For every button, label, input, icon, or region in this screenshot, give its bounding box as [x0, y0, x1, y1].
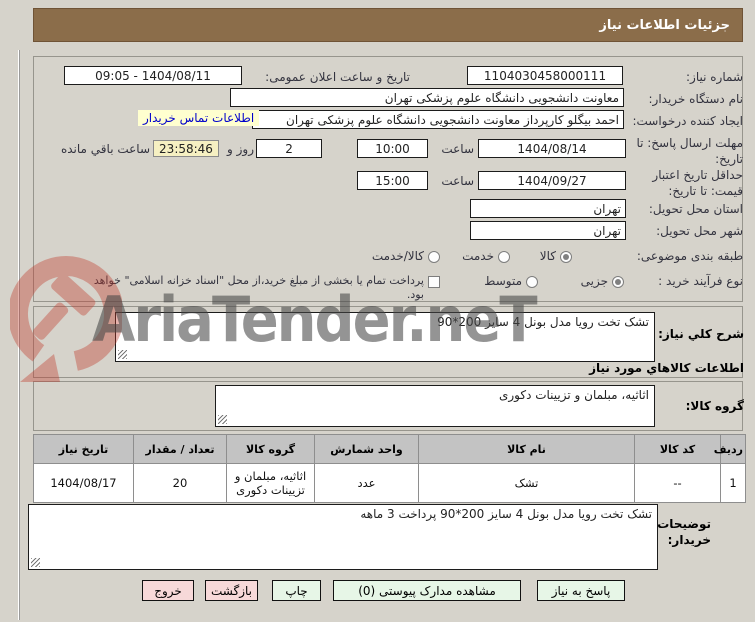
need-number-value: 1104030458000111 — [483, 68, 607, 83]
need-number-field[interactable]: 1104030458000111 — [467, 66, 623, 85]
col-need-date: تاریخ نیاز — [33, 434, 134, 464]
need-desc-textarea[interactable]: تشک تخت رویا مدل بونل 4 سایز 200*90 — [115, 312, 655, 362]
goods-table-header-row: ردیف کد کالا نام کالا واحد شمارش گروه کا… — [33, 434, 746, 464]
process-label: نوع فرآیند خرید : — [658, 274, 743, 288]
need-details-page: جزئیات اطلاعات نیاز شماره نیاز: 11040304… — [0, 0, 755, 622]
deadline-hour-label: ساعت — [441, 142, 474, 156]
buyer-notes-textarea[interactable]: تشک تخت رویا مدل بونل 4 سایز 200*90 پردا… — [28, 504, 658, 570]
province-value: تهران — [593, 201, 621, 216]
remaining-hours-label: ساعت باقي مانده — [60, 142, 150, 156]
buyer-notes-value: تشک تخت رویا مدل بونل 4 سایز 200*90 پردا… — [360, 507, 652, 521]
subject-class-label: طبقه بندی موضوعی: — [636, 249, 743, 263]
print-button[interactable]: چاپ — [272, 580, 321, 601]
buyer-contact-link[interactable]: اطلاعات تماس خریدار — [138, 110, 260, 126]
validity-time-value: 15:00 — [375, 173, 410, 188]
radio-goods-label: کالا — [539, 249, 556, 263]
back-button[interactable]: بازگشت — [205, 580, 258, 601]
goods-group-label: گروه کالا: — [685, 399, 744, 413]
city-field[interactable]: تهران — [470, 221, 626, 240]
announce-label: تاریخ و ساعت اعلان عمومی: — [265, 70, 410, 84]
deadline-date-field[interactable]: 1404/08/14 — [478, 139, 626, 158]
radio-goods-service-label: کالا/خدمت — [371, 249, 424, 263]
province-label: استان محل تحویل: — [648, 202, 743, 216]
validity-time-field[interactable]: 15:00 — [357, 171, 428, 190]
remaining-time-field: 23:58:46 — [153, 140, 219, 157]
buyer-org-label: نام دستگاه خریدار: — [648, 92, 744, 106]
goods-section-heading: اطلاعات كالاهاي مورد نياز — [589, 361, 744, 375]
validity-date-value: 1404/09/27 — [517, 173, 587, 188]
need-number-label: شماره نیاز: — [686, 70, 743, 84]
announce-value: 1404/08/11 - 09:05 — [95, 68, 211, 83]
treasury-docs-checkbox[interactable] — [428, 276, 440, 288]
remaining-days-value: 2 — [285, 141, 293, 156]
table-row: 1 -- تشک عدد اثاثیه، مبلمان و تزیینات دک… — [33, 463, 746, 503]
col-quantity: تعداد / مقدار — [133, 434, 227, 464]
reply-button[interactable]: پاسخ به نیاز — [537, 580, 625, 601]
page-title: جزئیات اطلاعات نیاز — [599, 17, 730, 33]
goods-table: ردیف کد کالا نام کالا واحد شمارش گروه کا… — [33, 434, 746, 503]
buyer-org-field[interactable]: معاونت دانشجویی دانشگاه علوم پزشکی تهران — [230, 88, 624, 107]
announce-field[interactable]: 1404/08/11 - 09:05 — [64, 66, 242, 85]
col-item-name: نام کالا — [418, 434, 635, 464]
exit-button[interactable]: خروج — [142, 580, 194, 601]
cell-row-number: 1 — [720, 463, 746, 503]
resize-handle-icon[interactable] — [31, 558, 40, 567]
validity-date-field[interactable]: 1404/09/27 — [478, 171, 626, 190]
deadline-time-value: 10:00 — [375, 141, 410, 156]
goods-group-textarea[interactable]: اثاثیه، مبلمان و تزیینات دکوری — [215, 385, 655, 427]
radio-minor-label: جزیی — [580, 274, 608, 288]
creator-field[interactable]: احمد بیگلو کارپرداز معاونت دانشجویی دانش… — [252, 110, 624, 129]
remaining-days-field[interactable]: 2 — [256, 139, 322, 158]
radio-medium-label: متوسط — [484, 274, 522, 288]
cell-item-code: -- — [634, 463, 721, 503]
deadline-label: مهلت ارسال پاسخ: تا تاریخ: — [636, 136, 743, 166]
treasury-docs-label: پرداخت تمام یا بخشی از مبلغ خرید،از محل … — [93, 274, 424, 302]
radio-goods-service[interactable] — [428, 251, 440, 263]
goods-group-value: اثاثیه، مبلمان و تزیینات دکوری — [498, 388, 649, 402]
need-desc-label: شرح کلي نیاز: — [658, 327, 744, 341]
province-field[interactable]: تهران — [470, 199, 626, 218]
deadline-date-value: 1404/08/14 — [517, 141, 587, 156]
cell-quantity: 20 — [133, 463, 227, 503]
cell-item-name: تشک — [418, 463, 635, 503]
resize-handle-icon[interactable] — [118, 350, 127, 359]
col-unit: واحد شمارش — [314, 434, 419, 464]
city-label: شهر محل تحویل: — [656, 224, 743, 238]
deadline-time-field[interactable]: 10:00 — [357, 139, 428, 158]
left-divider — [18, 50, 20, 620]
validity-hour-label: ساعت — [441, 174, 474, 188]
col-item-code: کد کالا — [634, 434, 721, 464]
radio-service-label: خدمت — [462, 249, 494, 263]
radio-goods[interactable] — [560, 251, 572, 263]
days-and-label: روز و — [227, 142, 254, 156]
creator-value: احمد بیگلو کارپرداز معاونت دانشجویی دانش… — [286, 112, 619, 127]
need-desc-value: تشک تخت رویا مدل بونل 4 سایز 200*90 — [437, 315, 649, 329]
attachments-button[interactable]: مشاهده مدارک پیوستی (0) — [333, 580, 521, 601]
city-value: تهران — [593, 223, 621, 238]
radio-service[interactable] — [498, 251, 510, 263]
creator-label: ایجاد کننده درخواست: — [632, 114, 743, 128]
cell-need-date: 1404/08/17 — [33, 463, 134, 503]
page-title-bar: جزئیات اطلاعات نیاز — [33, 8, 743, 42]
remaining-time-value: 23:58:46 — [159, 141, 213, 156]
buyer-notes-label: توضیحات خریدار: — [657, 517, 711, 548]
radio-medium[interactable] — [526, 276, 538, 288]
buyer-org-value: معاونت دانشجویی دانشگاه علوم پزشکی تهران — [384, 90, 619, 105]
radio-minor[interactable] — [612, 276, 624, 288]
resize-handle-icon[interactable] — [218, 415, 227, 424]
cell-group: اثاثیه، مبلمان و تزیینات دکوری — [226, 463, 315, 503]
col-group: گروه کالا — [226, 434, 315, 464]
cell-unit: عدد — [314, 463, 419, 503]
validity-label: حداقل تاریخ اعتبار قیمت: تا تاریخ: — [652, 168, 743, 198]
col-row-number: ردیف — [714, 434, 746, 464]
